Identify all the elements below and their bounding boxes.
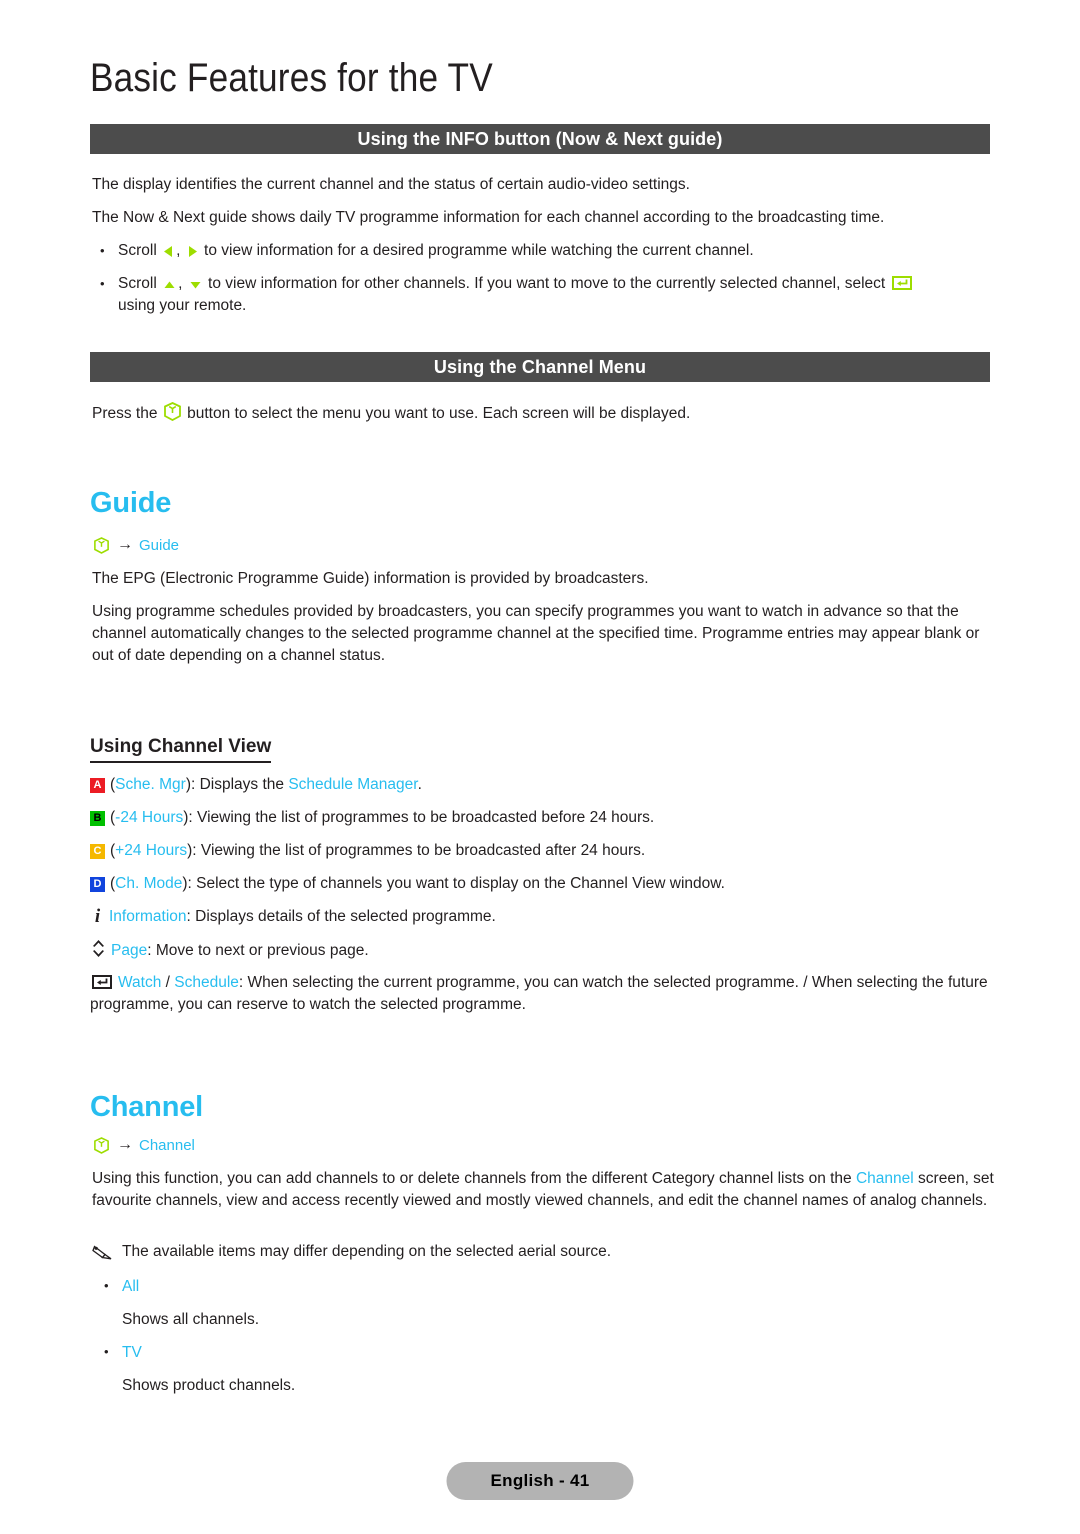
channel-para-highlight: Channel [855,1170,914,1187]
menu-button-icon [94,1136,109,1154]
info-paragraph-2: The Now & Next guide shows daily TV prog… [92,209,885,226]
comma-separator-2: , [178,275,183,292]
page-desc: : Move to next or previous page. [147,942,369,959]
channel-para-part1: Using this function, you can add channel… [92,1170,856,1187]
press-text-after: button to select the menu you want to us… [187,405,691,422]
channel-item-tv: TV [96,1341,142,1364]
channel-note-text: The available items may differ depending… [122,1243,612,1260]
badge-a-icon: A [90,778,105,793]
key-a-desc-highlight: Schedule Manager [288,776,418,793]
channel-path-target: Channel [139,1136,195,1154]
key-b-label: -24 Hours [115,809,184,826]
press-text-before: Press the [92,405,158,422]
key-row-watch-schedule: Watch / Schedule: When selecting the cur… [90,972,990,1016]
guide-paragraph-2: Using programme schedules provided by br… [92,603,980,664]
channel-paragraph: Using this function, you can add channel… [92,1168,997,1212]
enter-icon-black [92,974,112,990]
key-a-desc-before: ): Displays the [185,776,289,793]
schedule-label: Schedule [174,974,239,991]
key-row-sche-mgr: A (Sche. Mgr): Displays the Schedule Mana… [90,774,995,796]
channel-item-all-label: All [122,1278,140,1295]
channel-item-all: All [96,1275,140,1298]
key-d-label: Ch. Mode [115,875,183,892]
info-bullet-1: Scroll , to view information for a desir… [92,240,997,262]
menu-button-icon [94,536,109,554]
section-bar-channel-menu: Using the Channel Menu [90,352,990,382]
key-d-desc: ): Select the type of channels you want … [182,875,725,892]
left-arrow-icon [163,245,174,258]
badge-c-icon: C [90,844,105,859]
guide-paragraph-1: The EPG (Electronic Programme Guide) inf… [92,570,649,587]
key-row-plus-24-hours: C (+24 Hours): Viewing the list of progra… [90,840,995,862]
page-title: Basic Features for the TV [90,56,493,100]
menu-button-icon [163,402,181,421]
bullet-1-text: to view information for a desired progra… [204,242,754,259]
info-bullet-2: Scroll , to view information for other c… [92,273,997,317]
using-channel-view-subheading: Using Channel View [90,736,272,763]
watch-separator: / [161,974,175,991]
key-a-desc-after: . [417,776,422,793]
right-arrow-icon [187,245,198,258]
page-footer-label: English - 41 [446,1462,634,1500]
channel-item-tv-label: TV [122,1344,142,1361]
information-desc: : Displays details of the selected progr… [186,908,496,925]
comma-separator: , [176,242,181,259]
manual-page: Basic Features for the TV Using the INFO… [0,0,1080,1534]
key-a-label: Sche. Mgr [115,776,186,793]
up-arrow-icon [163,279,176,291]
watch-label: Watch [118,974,162,991]
key-row-minus-24-hours: B (-24 Hours): Viewing the list of progra… [90,807,995,829]
guide-path-target: Guide [139,536,180,554]
enter-icon-green [891,275,912,291]
information-label: Information [109,908,187,925]
section-bar-label: Using the INFO button (Now & Next guide) [357,128,723,149]
channel-menu-path: → Channel [92,1136,195,1154]
key-row-information: i Information: Displays details of the se… [90,906,995,928]
pencil-note-icon [92,1243,114,1268]
channel-note: The available items may differ depending… [92,1241,992,1263]
path-arrow-icon: → [117,1136,133,1153]
badge-b-icon: B [90,811,105,826]
page-label: Page [111,942,148,959]
key-row-page: Page: Move to next or previous page. [90,939,995,962]
guide-heading: Guide [90,487,172,519]
badge-d-icon: D [90,877,105,892]
section-bar-info-button: Using the INFO button (Now & Next guide) [90,124,990,154]
section-bar-label-2: Using the Channel Menu [433,356,647,377]
bullet-2-text-after: using your remote. [118,297,247,314]
down-arrow-icon [189,279,202,291]
channel-menu-press-line: Press the button to select the menu you … [92,402,992,425]
channel-heading: Channel [90,1091,203,1123]
bullet-1-lead: Scroll [118,242,157,259]
key-c-label: +24 Hours [115,842,188,859]
page-updown-icon [92,939,105,958]
key-row-ch-mode: D (Ch. Mode): Select the type of channels… [90,873,995,895]
channel-item-all-desc: Shows all channels. [122,1311,259,1328]
channel-item-tv-desc: Shows product channels. [122,1377,296,1394]
info-paragraph-1: The display identifies the current chann… [92,176,690,193]
bullet-2-lead: Scroll [118,275,157,292]
information-i-icon: i [94,906,101,927]
bullet-2-text: to view information for other channels. … [208,275,886,292]
path-arrow-icon: → [117,536,133,553]
guide-menu-path: → Guide [92,536,179,554]
key-b-desc: ): Viewing the list of programmes to be … [183,809,655,826]
key-c-desc: ): Viewing the list of programmes to be … [187,842,646,859]
